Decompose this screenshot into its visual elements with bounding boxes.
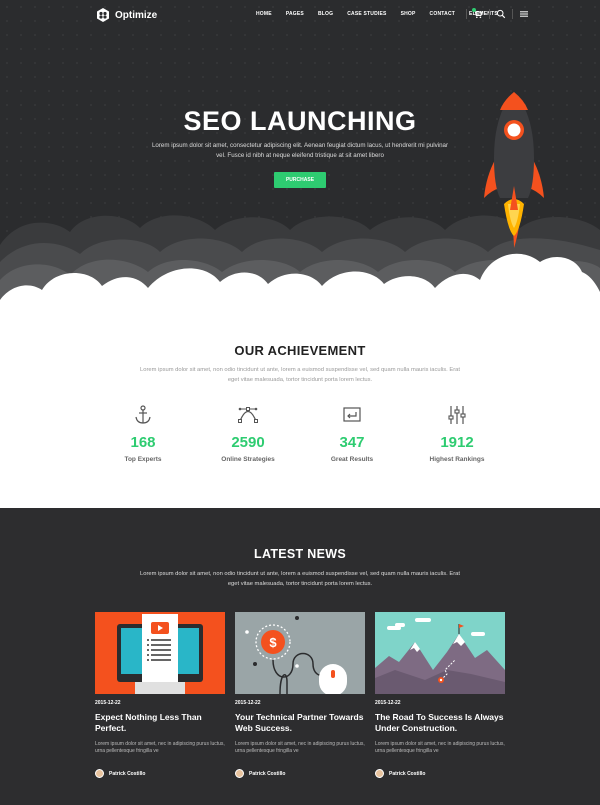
brand-logo[interactable]: Optimize bbox=[95, 7, 157, 23]
nav-divider bbox=[512, 9, 513, 19]
menu-item-case-studies[interactable]: CASE STUDIES bbox=[347, 11, 386, 17]
search-icon[interactable] bbox=[496, 9, 506, 19]
card-title[interactable]: Expect Nothing Less Than Perfect. bbox=[95, 712, 225, 734]
stat-value: 347 bbox=[339, 434, 365, 451]
avatar bbox=[235, 769, 244, 778]
menu-icon[interactable] bbox=[519, 9, 529, 19]
return-arrow-icon bbox=[343, 407, 361, 422]
stat-online-strategies: 2590 Online Strategies bbox=[188, 404, 308, 463]
mouse-money-illustration[interactable]: $ bbox=[235, 612, 365, 694]
card-title[interactable]: Your Technical Partner Towards Web Succe… bbox=[235, 712, 365, 734]
purchase-button[interactable]: PURCHASE bbox=[274, 172, 326, 188]
avatar bbox=[95, 769, 104, 778]
anchor-icon bbox=[135, 405, 151, 424]
card-author: Patrick Costillo bbox=[375, 769, 505, 778]
card-date: 2015-12-22 bbox=[375, 700, 401, 706]
card-author: Patrick Costillo bbox=[95, 769, 225, 778]
stat-label: Great Results bbox=[330, 456, 374, 463]
nav-divider bbox=[466, 9, 467, 19]
brand-name: Optimize bbox=[115, 9, 158, 21]
menu-item-home[interactable]: HOME bbox=[256, 11, 272, 17]
stat-value: 168 bbox=[130, 434, 156, 451]
news-card[interactable]: 2015-12-22 The Road To Success Is Always… bbox=[375, 612, 505, 778]
sliders-icon bbox=[448, 406, 466, 424]
card-date: 2015-12-22 bbox=[95, 700, 121, 706]
news-card[interactable]: $ 2015-12-22 Your Technical Partner Towa… bbox=[235, 612, 365, 778]
svg-text:$: $ bbox=[269, 635, 277, 650]
menu-item-contact[interactable]: CONTACT bbox=[430, 11, 455, 17]
card-date: 2015-12-22 bbox=[235, 700, 261, 706]
stat-label: Highest Rankings bbox=[429, 456, 485, 463]
author-name[interactable]: Patrick Costillo bbox=[249, 771, 285, 777]
rocket-icon bbox=[484, 92, 544, 248]
card-excerpt: Lorem ipsum dolor sit amet, nec in adipi… bbox=[95, 741, 225, 754]
stat-highest-rankings: 1912 Highest Rankings bbox=[397, 404, 517, 463]
menu-item-shop[interactable]: SHOP bbox=[401, 11, 416, 17]
author-name[interactable]: Patrick Costillo bbox=[109, 771, 145, 777]
stat-value: 1912 bbox=[440, 434, 474, 451]
news-title: LATEST NEWS bbox=[254, 547, 346, 561]
menu-item-blog[interactable]: BLOG bbox=[318, 11, 333, 17]
avatar bbox=[375, 769, 384, 778]
cart-badge bbox=[472, 8, 476, 12]
latest-news-section: LATEST NEWS Lorem ipsum dolor sit amet, … bbox=[0, 508, 600, 805]
mountain-road-illustration[interactable] bbox=[375, 612, 505, 694]
nav-divider bbox=[489, 9, 490, 19]
achievement-title: OUR ACHIEVEMENT bbox=[234, 343, 366, 358]
stat-great-results: 347 Great Results bbox=[292, 404, 412, 463]
card-title[interactable]: The Road To Success Is Always Under Cons… bbox=[375, 712, 505, 734]
card-author: Patrick Costillo bbox=[235, 769, 365, 778]
stat-label: Top Experts bbox=[124, 456, 162, 463]
stat-value: 2590 bbox=[231, 434, 265, 451]
top-navigation: Optimize HOME PAGES BLOG CASE STUDIES SH… bbox=[0, 0, 600, 30]
logo-icon bbox=[97, 8, 109, 22]
hero-section: Optimize HOME PAGES BLOG CASE STUDIES SH… bbox=[0, 0, 600, 330]
card-excerpt: Lorem ipsum dolor sit amet, nec in adipi… bbox=[375, 741, 505, 754]
news-card[interactable]: 2015-12-22 Expect Nothing Less Than Perf… bbox=[95, 612, 225, 778]
video-player-illustration[interactable] bbox=[95, 612, 225, 694]
card-excerpt: Lorem ipsum dolor sit amet, nec in adipi… bbox=[235, 741, 365, 754]
author-name[interactable]: Patrick Costillo bbox=[389, 771, 425, 777]
achievement-description: Lorem ipsum dolor sit amet, non odio tin… bbox=[140, 367, 460, 383]
stat-label: Online Strategies bbox=[221, 456, 275, 463]
hero-description: Lorem ipsum dolor sit amet, consectetur … bbox=[151, 142, 449, 159]
menu-item-pages[interactable]: PAGES bbox=[286, 11, 304, 17]
news-description: Lorem ipsum dolor sit amet, non odio tin… bbox=[140, 571, 460, 587]
stat-top-experts: 168 Top Experts bbox=[83, 404, 203, 463]
bezier-icon bbox=[238, 407, 258, 423]
